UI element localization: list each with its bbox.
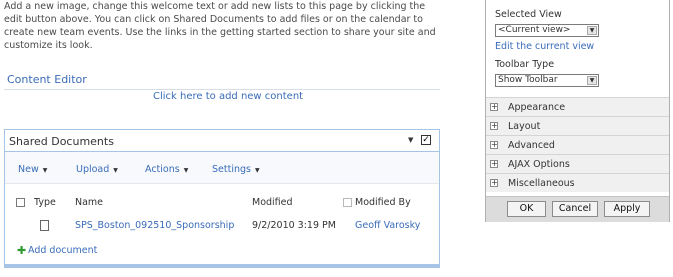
section-appearance[interactable]: + Appearance <box>486 97 669 116</box>
upload-menu[interactable]: Upload ▼ <box>76 164 118 175</box>
chevron-down-icon: ▼ <box>183 167 189 174</box>
section-label: AJAX Options <box>508 159 570 170</box>
webpart-bottom-border <box>5 264 439 267</box>
document-icon[interactable] <box>40 220 49 231</box>
shared-documents-title[interactable]: Shared Documents <box>9 135 114 148</box>
ok-button[interactable]: OK <box>507 201 546 217</box>
chevron-down-icon: ▼ <box>42 167 48 174</box>
expand-icon[interactable]: + <box>490 122 498 130</box>
section-label: Advanced <box>508 140 555 151</box>
new-menu[interactable]: New ▼ <box>18 164 47 175</box>
section-label: Appearance <box>508 102 566 113</box>
toolbar-type-label: Toolbar Type <box>495 59 555 70</box>
content-editor-title: Content Editor <box>7 73 87 86</box>
column-header-type[interactable]: Type <box>34 197 56 208</box>
tool-pane-button-bar: OK Cancel Apply <box>486 196 669 222</box>
upload-menu-label: Upload <box>76 164 110 175</box>
add-icon: ✚ <box>17 244 27 257</box>
new-menu-label: New <box>18 164 39 175</box>
document-name-link[interactable]: SPS_Boston_092510_Sponsorship <box>75 220 234 231</box>
expand-icon[interactable]: + <box>490 141 498 149</box>
chevron-down-icon: ▼ <box>254 167 260 174</box>
content-editor-divider <box>4 89 440 90</box>
settings-menu[interactable]: Settings ▼ <box>212 164 260 175</box>
webpart-menu-arrow-icon[interactable]: ▼ <box>408 136 413 144</box>
section-advanced[interactable]: + Advanced <box>486 135 669 154</box>
apply-button[interactable]: Apply <box>604 201 650 217</box>
column-header-modified-by[interactable]: Modified By <box>355 197 411 208</box>
webpart-select-checkbox[interactable]: ✓ <box>421 135 431 145</box>
list-toolbar: New ▼ Upload ▼ Actions ▼ Settings ▼ <box>5 152 439 184</box>
edit-current-view-link[interactable]: Edit the current view <box>495 41 594 52</box>
add-new-content-link[interactable]: Click here to add new content <box>153 91 303 102</box>
expand-icon[interactable]: + <box>490 103 498 111</box>
welcome-text: Add a new image, change this welcome tex… <box>4 1 436 51</box>
section-label: Miscellaneous <box>508 178 575 189</box>
toolbar-type-value: Show Toolbar <box>498 75 558 85</box>
document-modified-by-link[interactable]: Geoff Varosky <box>355 220 420 231</box>
chevron-down-icon: ▼ <box>113 167 118 174</box>
add-document-link[interactable]: Add document <box>28 245 97 256</box>
toolbar-type-select[interactable]: Show Toolbar ▼ <box>495 74 599 87</box>
shared-documents-webpart: Shared Documents ▼ ✓ New ▼ Upload ▼ Action… <box>4 129 440 268</box>
section-label: Layout <box>508 121 541 132</box>
settings-menu-label: Settings <box>212 164 251 175</box>
selected-view-value: <Current view> <box>498 25 571 35</box>
select-all-checkbox[interactable] <box>16 198 25 207</box>
chevron-down-icon[interactable]: ▼ <box>587 76 597 85</box>
tool-pane: Selected View <Current view> ▼ Edit the … <box>485 0 670 222</box>
chevron-down-icon[interactable]: ▼ <box>587 26 597 35</box>
selected-view-select[interactable]: <Current view> ▼ <box>495 24 599 37</box>
column-header-modified[interactable]: Modified <box>252 197 293 208</box>
actions-menu[interactable]: Actions ▼ <box>145 164 188 175</box>
cancel-button[interactable]: Cancel <box>552 201 598 217</box>
section-layout[interactable]: + Layout <box>486 116 669 135</box>
document-modified-date: 9/2/2010 3:19 PM <box>252 220 336 231</box>
section-ajax-options[interactable]: + AJAX Options <box>486 154 669 173</box>
actions-menu-label: Actions <box>145 164 180 175</box>
expand-icon[interactable]: + <box>490 179 498 187</box>
modified-by-filter-checkbox[interactable] <box>343 198 352 207</box>
section-miscellaneous[interactable]: + Miscellaneous <box>486 173 669 192</box>
expand-icon[interactable]: + <box>490 160 498 168</box>
column-header-name[interactable]: Name <box>75 197 103 208</box>
selected-view-label: Selected View <box>495 9 562 20</box>
